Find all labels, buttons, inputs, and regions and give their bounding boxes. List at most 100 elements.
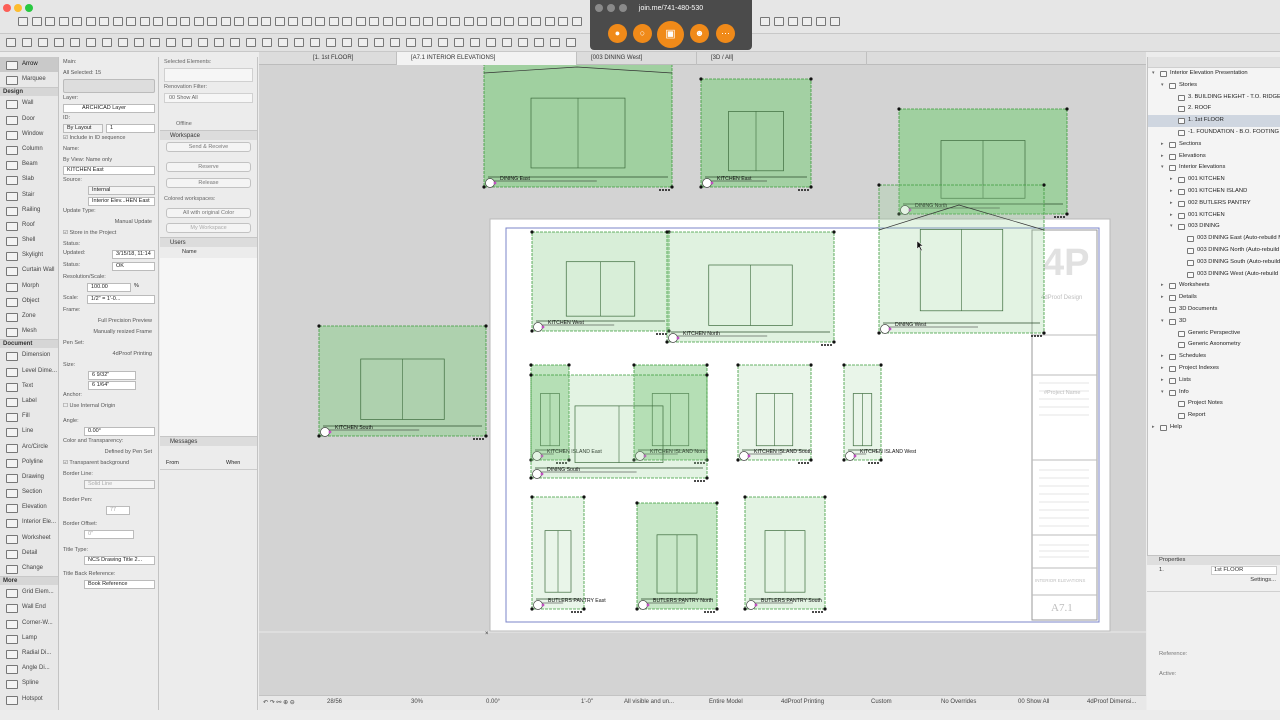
toolbar-option-icon[interactable] xyxy=(550,38,560,47)
minimize-window-icon[interactable] xyxy=(14,4,22,12)
color-select[interactable]: Defined by Pen Set xyxy=(60,447,158,458)
name-mode-select[interactable]: By View: Name only xyxy=(60,155,158,166)
toolbar-option-icon[interactable] xyxy=(118,38,128,47)
tool-level-dime-[interactable]: Level Dime... xyxy=(0,364,58,379)
navigator-item[interactable]: 3. BUILDING HEIGHT - T.O. RIDGE xyxy=(1148,92,1280,104)
title-back-select[interactable]: Book Reference xyxy=(84,580,155,589)
tool-corner-w-[interactable]: Corner-W... xyxy=(0,616,58,631)
toolbar-tool-icon[interactable] xyxy=(261,17,271,26)
toolbar-option-icon[interactable] xyxy=(422,38,432,47)
border-line-select[interactable]: Solid Line xyxy=(84,480,155,489)
tool-dimension[interactable]: Dimension xyxy=(0,348,58,363)
navigator-item[interactable]: ▸ Lists xyxy=(1148,375,1280,387)
toolbar-option-icon[interactable] xyxy=(438,38,448,47)
toolbar-option-icon[interactable] xyxy=(70,38,80,47)
toolbar-option-icon[interactable] xyxy=(150,38,160,47)
status-penset[interactable]: 4dProof Printing xyxy=(781,699,824,705)
tool-railing[interactable]: Railing xyxy=(0,203,58,218)
tool-section[interactable]: Section xyxy=(0,485,58,500)
toolbar-tool-icon[interactable] xyxy=(274,17,285,26)
disclosure-triangle-icon[interactable]: ▸ xyxy=(1161,292,1164,304)
color-workspace-select[interactable]: All with original Color xyxy=(166,208,251,218)
toolbar-tool-icon[interactable] xyxy=(355,17,366,26)
disclosure-triangle-icon[interactable]: ▸ xyxy=(1161,151,1164,163)
screen-share-icon[interactable]: ▣ xyxy=(657,21,684,48)
toolbar-option-icon[interactable] xyxy=(374,38,384,47)
toolbar-tool-icon[interactable] xyxy=(544,17,555,26)
title-type-select[interactable]: NCS Drawing Title 2... xyxy=(84,556,155,565)
messages-when-column[interactable]: When xyxy=(226,460,240,466)
status-dimensions[interactable]: 4dProof Dimensi... xyxy=(1087,699,1136,705)
tool-shell[interactable]: Shell xyxy=(0,233,58,248)
toolbar-option-icon[interactable] xyxy=(278,38,288,47)
navigator-item[interactable]: 003 DINING North (Auto-rebuild Model) xyxy=(1148,245,1280,257)
status-layers[interactable]: All visible and un... xyxy=(624,699,674,705)
tool-curtain-wall[interactable]: Curtain Wall xyxy=(0,263,58,278)
toolbar-tool-icon[interactable] xyxy=(531,17,541,26)
navigator-item[interactable]: 003 DINING South (Auto-rebuild Model) xyxy=(1148,257,1280,269)
toolbar-tool-icon[interactable] xyxy=(207,17,217,26)
navigator-item[interactable]: ▾ Interior Elevations xyxy=(1148,162,1280,174)
properties-story-field[interactable]: 1st FLOOR xyxy=(1211,566,1277,575)
toolbar-tool-icon[interactable] xyxy=(315,17,325,26)
arrow-settings[interactable] xyxy=(63,79,155,93)
source-view-field[interactable]: Interior Elev...HEN East xyxy=(88,197,155,206)
tool-beam[interactable]: Beam xyxy=(0,157,58,172)
toolbar-tool-icon[interactable] xyxy=(288,17,298,26)
tool-column[interactable]: Column xyxy=(0,142,58,157)
toolbar-option-icon[interactable] xyxy=(214,38,224,47)
disclosure-triangle-icon[interactable]: ▾ xyxy=(1161,162,1164,174)
toolbar-tool-icon[interactable] xyxy=(816,17,826,26)
toolbar-tool-icon[interactable] xyxy=(788,17,798,26)
toolbar-option-icon[interactable] xyxy=(390,38,400,47)
disclosure-triangle-icon[interactable]: ▸ xyxy=(1161,375,1164,387)
tab-1st-floor[interactable]: [1. 1st FLOOR] xyxy=(299,52,397,65)
disclosure-triangle-icon[interactable]: ▸ xyxy=(1170,186,1173,198)
tool-arc-circle[interactable]: Arc/Circle xyxy=(0,440,58,455)
toolbar-tool-icon[interactable] xyxy=(558,17,568,26)
id-mode-select[interactable]: By Layout xyxy=(63,124,103,133)
navigator-item[interactable]: 003 DINING West (Auto-rebuild Model) xyxy=(1148,269,1280,281)
frame-resize-select[interactable]: Manually resized Frame xyxy=(60,327,158,338)
status-custom[interactable]: Custom xyxy=(871,699,892,705)
navigator-item[interactable]: ▾ Interior Elevation Presentation xyxy=(1148,68,1280,80)
toolbar-tool-icon[interactable] xyxy=(382,17,393,26)
toolbar-option-icon[interactable] xyxy=(486,38,496,47)
tool-angle-di-[interactable]: Angle Di... xyxy=(0,661,58,676)
disclosure-triangle-icon[interactable]: ▸ xyxy=(1152,422,1155,434)
toolbar-option-icon[interactable] xyxy=(342,38,352,47)
tool-fill[interactable]: Fill xyxy=(0,409,58,424)
navigator-item[interactable]: ▸ Help xyxy=(1148,422,1280,434)
toolbar-tool-icon[interactable] xyxy=(490,17,501,26)
reserve-button[interactable]: Reserve xyxy=(166,162,251,172)
name-field[interactable]: KITCHEN East xyxy=(63,166,155,175)
tool-wall-end[interactable]: Wall End xyxy=(0,600,58,615)
disclosure-triangle-icon[interactable]: ▸ xyxy=(1161,139,1164,151)
maximize-window-icon[interactable] xyxy=(25,4,33,12)
toolbar-option-icon[interactable] xyxy=(358,38,368,47)
toolbar-option-icon[interactable] xyxy=(294,38,304,47)
toolbar-option-icon[interactable] xyxy=(166,38,176,47)
messages-header[interactable]: Messages xyxy=(160,436,257,446)
tool-zone[interactable]: Zone xyxy=(0,309,58,324)
tool-polyline[interactable]: Polyline xyxy=(0,455,58,470)
navigator-item[interactable]: 3D Documents xyxy=(1148,304,1280,316)
id-field[interactable]: 1 xyxy=(106,124,155,133)
toolbox-section-design[interactable]: Design xyxy=(0,87,58,97)
navigator-item[interactable]: Generic Perspective xyxy=(1148,328,1280,340)
disclosure-triangle-icon[interactable]: ▸ xyxy=(1161,280,1164,292)
navigator-item[interactable]: Project Notes xyxy=(1148,398,1280,410)
toolbar-tool-icon[interactable] xyxy=(180,17,190,26)
toolbar-option-icon[interactable] xyxy=(22,38,32,47)
toolbar-option-icon[interactable] xyxy=(54,38,64,47)
transparent-checkbox[interactable]: ☑ Transparent background xyxy=(60,458,158,469)
toolbar-tool-icon[interactable] xyxy=(830,17,840,26)
toolbar-option-icon[interactable] xyxy=(502,38,512,47)
toolbar-tool-icon[interactable] xyxy=(463,17,474,26)
toolbar-option-icon[interactable] xyxy=(182,38,192,47)
navigator-item[interactable]: ▸ Elevations xyxy=(1148,151,1280,163)
chat-icon[interactable]: ○ xyxy=(633,24,652,43)
disclosure-triangle-icon[interactable]: ▸ xyxy=(1170,198,1173,210)
selected-elements-list[interactable] xyxy=(164,68,253,82)
tool-change[interactable]: Change xyxy=(0,561,58,576)
